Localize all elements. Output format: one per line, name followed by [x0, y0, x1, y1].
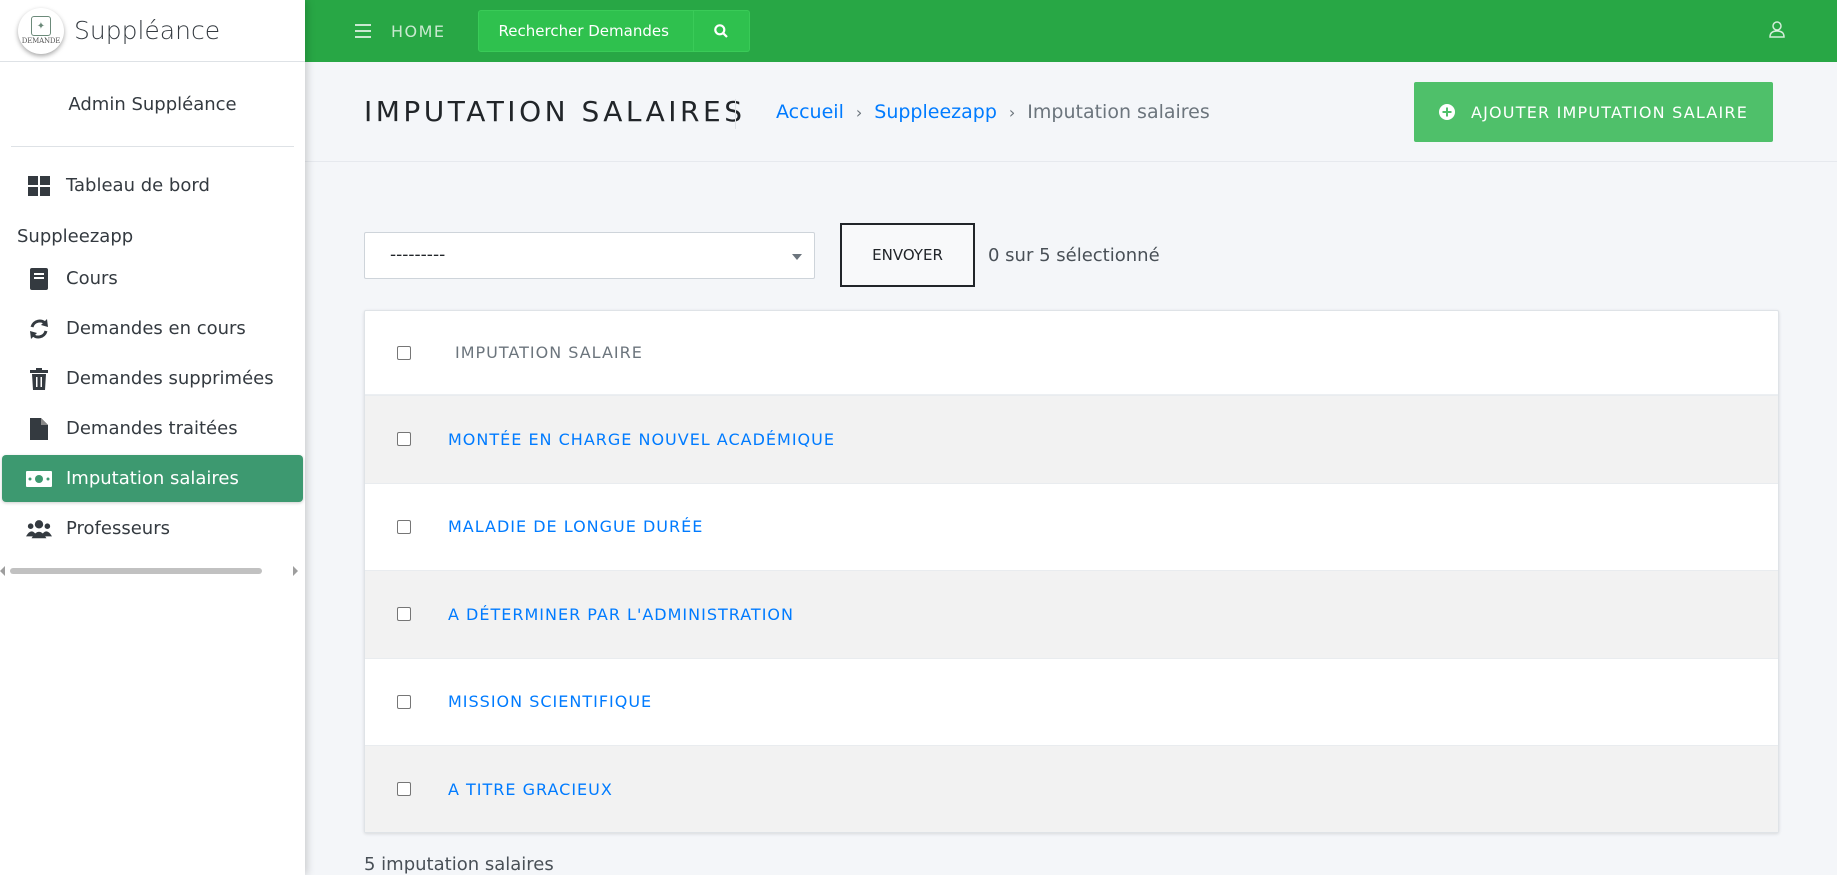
bulk-actions: --------- ENVOYER 0 sur 5 sélectionné: [364, 223, 1160, 287]
result-count: 5 imputation salaires: [364, 854, 554, 875]
row-checkbox[interactable]: [397, 694, 411, 709]
user-icon[interactable]: [1768, 20, 1786, 38]
row-checkbox[interactable]: [397, 782, 411, 797]
logo-text: DEMANDE: [21, 37, 61, 45]
table-row: MISSION SCIENTIFIQUE: [365, 657, 1778, 745]
breadcrumb-separator: ›: [1008, 102, 1016, 122]
add-imputation-salaire-button[interactable]: AJOUTER IMPUTATION SALAIRE: [1414, 82, 1773, 142]
breadcrumb-app-link[interactable]: Suppleezapp: [874, 101, 997, 123]
user-name[interactable]: Admin Suppléance: [68, 94, 236, 115]
sidebar-item-label: Demandes supprimées: [66, 368, 274, 389]
row-checkbox[interactable]: [397, 432, 411, 447]
search-input[interactable]: [477, 10, 694, 52]
breadcrumb-current: Imputation salaires: [1027, 101, 1210, 123]
brand-title: Suppléance: [74, 16, 221, 45]
title-divider: [735, 99, 736, 129]
sidebar: ✦ DEMANDE Suppléance Admin Suppléance Ta…: [0, 0, 305, 875]
sidebar-item-imputation-salaires[interactable]: Imputation salaires: [2, 455, 303, 502]
table-header-row: IMPUTATION SALAIRE: [365, 311, 1778, 395]
results-table: IMPUTATION SALAIRE MONTÉE EN CHARGE NOUV…: [364, 310, 1779, 833]
table-row: A DÉTERMINER PAR L'ADMINISTRATION: [365, 570, 1778, 658]
scroll-right-arrow-icon[interactable]: [293, 566, 298, 576]
scroll-left-arrow-icon[interactable]: [0, 566, 5, 576]
search-icon: [714, 24, 728, 38]
file-icon: [26, 417, 52, 441]
sidebar-item-label: Demandes en cours: [66, 318, 246, 339]
home-link[interactable]: HOME: [391, 22, 446, 41]
row-link[interactable]: MISSION SCIENTIFIQUE: [448, 692, 652, 711]
sidebar-item-label: Imputation salaires: [66, 468, 239, 489]
row-link[interactable]: A TITRE GRACIEUX: [448, 780, 613, 799]
row-link[interactable]: MALADIE DE LONGUE DURÉE: [448, 517, 703, 536]
selection-counter: 0 sur 5 sélectionné: [988, 244, 1160, 266]
envoyer-button[interactable]: ENVOYER: [840, 223, 975, 287]
sidebar-item-label: Tableau de bord: [66, 175, 210, 196]
sidebar-section-header: Suppleezapp: [17, 226, 134, 247]
sidebar-item-demandes-en-cours[interactable]: Demandes en cours: [2, 305, 303, 352]
plus-circle-icon: [1438, 104, 1455, 120]
sidebar-item-label: Cours: [66, 268, 118, 289]
breadcrumb: Accueil › Suppleezapp › Imputation salai…: [776, 101, 1210, 123]
sidebar-item-demandes-traitees[interactable]: Demandes traitées: [2, 405, 303, 452]
row-link[interactable]: A DÉTERMINER PAR L'ADMINISTRATION: [448, 605, 794, 624]
breadcrumb-home-link[interactable]: Accueil: [776, 101, 844, 123]
action-select-value: ---------: [390, 245, 446, 265]
column-header-imputation-salaire[interactable]: IMPUTATION SALAIRE: [455, 343, 643, 362]
search-form: [477, 10, 750, 52]
user-panel: Admin Suppléance: [11, 62, 294, 147]
sidebar-item-label: Professeurs: [66, 518, 170, 539]
table-row: A TITRE GRACIEUX: [365, 745, 1778, 832]
sidebar-item-demandes-supprimees[interactable]: Demandes supprimées: [2, 355, 303, 402]
users-icon: [26, 517, 52, 541]
sidebar-item-professeurs[interactable]: Professeurs: [2, 505, 303, 552]
select-all-checkbox[interactable]: [397, 345, 411, 360]
logo-emblem-icon: ✦: [31, 16, 51, 36]
search-button[interactable]: [693, 10, 750, 52]
breadcrumb-separator: ›: [855, 102, 863, 122]
table-row: MONTÉE EN CHARGE NOUVEL ACADÉMIQUE: [365, 395, 1778, 483]
sidebar-item-label: Demandes traitées: [66, 418, 238, 439]
sync-icon: [26, 317, 52, 341]
action-select[interactable]: ---------: [364, 231, 815, 279]
add-button-label: AJOUTER IMPUTATION SALAIRE: [1470, 102, 1749, 122]
top-navbar: HOME: [305, 0, 1837, 62]
row-link[interactable]: MONTÉE EN CHARGE NOUVEL ACADÉMIQUE: [448, 430, 835, 449]
trash-icon: [26, 367, 52, 391]
brand[interactable]: ✦ DEMANDE Suppléance: [0, 0, 305, 62]
sidebar-item-dashboard[interactable]: Tableau de bord: [2, 162, 303, 209]
sidebar-nav: Tableau de bord Suppleezapp Cours Demand…: [0, 147, 305, 576]
sidebar-horizontal-scrollbar[interactable]: [0, 564, 305, 576]
sidebar-item-cours[interactable]: Cours: [2, 255, 303, 302]
scrollbar-thumb[interactable]: [10, 568, 262, 574]
menu-toggle-icon[interactable]: [355, 24, 371, 38]
row-checkbox[interactable]: [397, 607, 411, 622]
row-checkbox[interactable]: [397, 519, 411, 534]
money-icon: [26, 467, 52, 491]
table-row: MALADIE DE LONGUE DURÉE: [365, 482, 1778, 570]
page-title: IMPUTATION SALAIRES: [364, 95, 746, 128]
brand-logo: ✦ DEMANDE: [18, 7, 64, 54]
book-icon: [26, 267, 52, 291]
dashboard-icon: [26, 174, 52, 198]
content-header: IMPUTATION SALAIRES Accueil › Suppleezap…: [305, 62, 1837, 162]
chevron-down-icon: [792, 253, 802, 260]
